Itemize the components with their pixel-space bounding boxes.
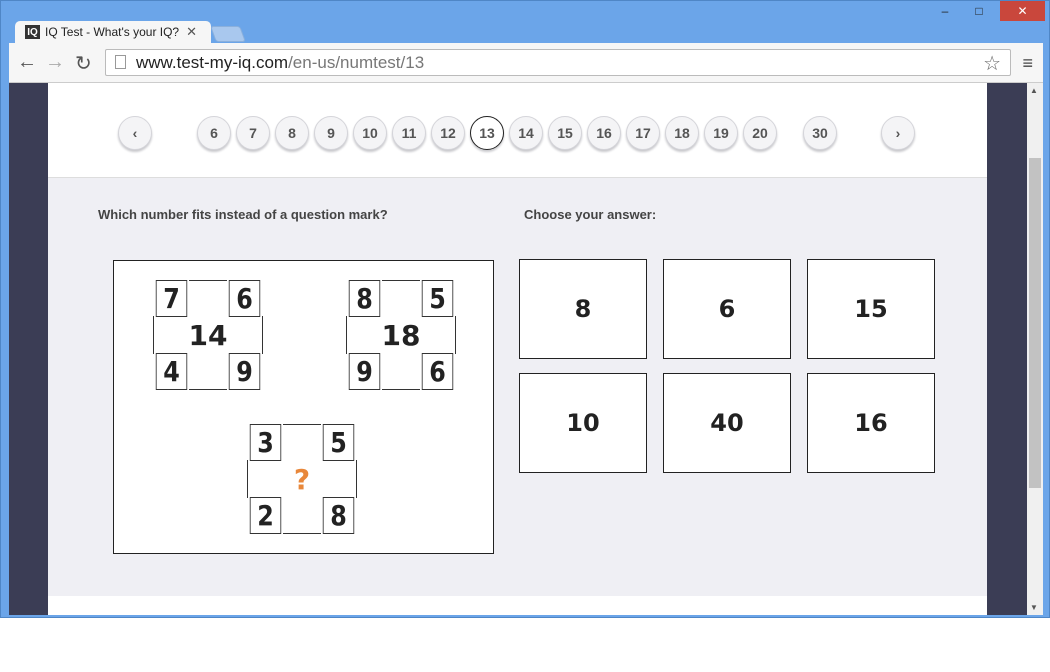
browser-toolbar: ← → ↻ www.test-my-iq.com/en-us/numtest/1… [9,43,1043,83]
cell-bottom-left: 2 [249,497,282,534]
answer-option-8[interactable]: 8 [519,259,647,359]
page-button-15[interactable]: 15 [548,116,582,150]
cell-bottom-right: 9 [228,353,261,390]
cell-center: 14 [188,318,228,352]
page-button-17[interactable]: 17 [626,116,660,150]
minimize-icon[interactable]: – [931,1,959,21]
cell-bottom-left: 9 [348,353,381,390]
page-button-19[interactable]: 19 [704,116,738,150]
number-cross: 3 5 2 8 ? [247,424,357,534]
viewport: ‹ 6 7 8 9 10 11 12 13 14 15 16 17 18 19 20 30 › Which num… [9,83,1043,615]
cell-top-right: 6 [228,280,261,317]
page-button-9[interactable]: 9 [314,116,348,150]
answer-option-10[interactable]: 10 [519,373,647,473]
answer-option-6[interactable]: 6 [663,259,791,359]
url-host: www.test-my-iq.com [136,52,289,72]
page-button-14[interactable]: 14 [509,116,543,150]
cell-bottom-right: 6 [421,353,454,390]
cell-top-left: 3 [249,424,282,461]
bookmark-star-icon[interactable]: ☆ [983,51,1001,76]
scrollbar-thumb[interactable] [1029,158,1041,488]
address-bar[interactable]: www.test-my-iq.com/en-us/numtest/13 [105,49,1011,76]
cell-top-left: 8 [348,280,381,317]
question-area: Which number fits instead of a question … [48,178,987,596]
maximize-icon[interactable]: □ [965,1,993,21]
answer-option-16[interactable]: 16 [807,373,935,473]
site-logo-icon: IQ [25,25,40,39]
pagination: ‹ 6 7 8 9 10 11 12 13 14 15 16 17 18 19 20 30 › [48,83,987,178]
page-button-30[interactable]: 30 [803,116,837,150]
cell-center: 18 [381,318,421,352]
url-path: /en-us/numtest/13 [288,52,425,72]
prev-page-button[interactable]: ‹ [118,116,152,150]
number-cross: 8 5 9 6 18 [346,280,456,390]
menu-icon[interactable]: ≡ [1022,53,1033,74]
browser-tab[interactable]: IQ IQ Test - What's your IQ? ✕ [15,21,211,43]
browser-window: IQ IQ Test - What's your IQ? ✕ – □ ✕ ← →… [0,0,1050,618]
scroll-up-icon[interactable]: ▲ [1030,86,1038,95]
page-button-10[interactable]: 10 [353,116,387,150]
answer-prompt: Choose your answer: [524,207,657,222]
page-button-7[interactable]: 7 [236,116,270,150]
page-button-16[interactable]: 16 [587,116,621,150]
answer-option-40[interactable]: 40 [663,373,791,473]
forward-icon[interactable]: → [45,51,65,74]
close-tab-icon[interactable]: ✕ [186,24,197,40]
page-button-13[interactable]: 13 [470,116,504,150]
page-button-6[interactable]: 6 [197,116,231,150]
number-cross: 7 6 4 9 14 [153,280,263,390]
new-tab-button[interactable] [210,26,246,42]
next-page-button[interactable]: › [881,116,915,150]
cell-top-left: 7 [155,280,188,317]
puzzle-figure: 7 6 4 9 14 8 5 9 6 18 3 5 2 8 ? [113,260,494,554]
cell-top-right: 5 [421,280,454,317]
cell-bottom-right: 8 [322,497,355,534]
page-button-11[interactable]: 11 [392,116,426,150]
scrollbar[interactable]: ▲ ▼ [1027,83,1043,615]
close-window-icon[interactable]: ✕ [1000,1,1045,21]
tab-title: IQ Test - What's your IQ? [45,25,180,39]
page: ‹ 6 7 8 9 10 11 12 13 14 15 16 17 18 19 20 30 › Which num… [48,83,987,615]
page-button-8[interactable]: 8 [275,116,309,150]
page-button-12[interactable]: 12 [431,116,465,150]
page-icon [115,55,126,69]
page-button-20[interactable]: 20 [743,116,777,150]
page-button-18[interactable]: 18 [665,116,699,150]
scroll-down-icon[interactable]: ▼ [1030,603,1038,612]
question-prompt: Which number fits instead of a question … [98,207,388,222]
answer-option-15[interactable]: 15 [807,259,935,359]
reload-icon[interactable]: ↻ [75,51,92,76]
cell-top-right: 5 [322,424,355,461]
back-icon[interactable]: ← [17,51,37,74]
cell-center: ? [293,462,311,496]
cell-bottom-left: 4 [155,353,188,390]
